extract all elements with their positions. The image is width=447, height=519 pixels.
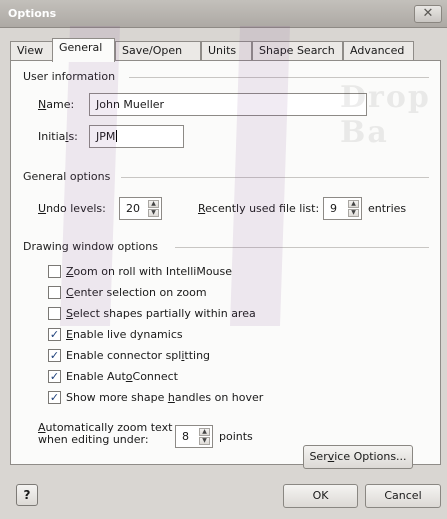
zoom-text-value: 8 <box>182 430 189 443</box>
cancel-button[interactable]: Cancel <box>365 484 441 508</box>
tab-view[interactable]: View <box>10 41 54 61</box>
ok-button[interactable]: OK <box>283 484 358 508</box>
tab-shape-search[interactable]: Shape Search <box>252 41 343 61</box>
tab-save-open[interactable]: Save/Open <box>115 41 201 61</box>
spin-up-icon[interactable]: ▲ <box>348 200 359 208</box>
help-button[interactable]: ? <box>16 484 38 506</box>
window-title: Options <box>8 7 57 20</box>
zoom-text-spinner[interactable]: 8 ▲ ▼ <box>175 425 213 448</box>
entries-label: entries <box>368 202 407 215</box>
check-icon[interactable]: ✓ <box>48 370 61 383</box>
initials-label: Initials: <box>38 130 78 143</box>
undo-levels-value: 20 <box>126 202 140 215</box>
tab-units[interactable]: Units <box>201 41 252 61</box>
tab-general[interactable]: General <box>52 38 115 62</box>
spin-up-icon[interactable]: ▲ <box>148 200 159 208</box>
points-label: points <box>219 430 253 443</box>
close-button[interactable]: ✕ <box>414 5 442 23</box>
general-options-heading: General options <box>23 170 111 183</box>
checkbox[interactable] <box>48 265 61 278</box>
divider <box>175 247 429 248</box>
close-icon: ✕ <box>422 6 434 21</box>
check-icon[interactable]: ✓ <box>48 328 61 341</box>
zoom-text-label-line2: when editing under: <box>38 433 149 446</box>
divider <box>121 177 429 178</box>
name-label: Name: <box>38 98 75 111</box>
title-bar: Options ✕ <box>0 0 447 28</box>
checkbox[interactable] <box>48 286 61 299</box>
tab-advanced[interactable]: Advanced <box>343 41 414 61</box>
spin-down-icon[interactable]: ▼ <box>148 209 159 217</box>
spin-down-icon[interactable]: ▼ <box>348 209 359 217</box>
recent-files-label: Recently used file list: <box>198 202 320 215</box>
general-tab-panel: User information Name: John Mueller Init… <box>10 60 441 469</box>
recent-files-spinner[interactable]: 9 ▲ ▼ <box>323 197 362 220</box>
check-icon[interactable]: ✓ <box>48 349 61 362</box>
service-options-button[interactable]: Service Options... <box>303 445 413 469</box>
recent-files-value: 9 <box>330 202 337 215</box>
user-information-heading: User information <box>23 70 116 83</box>
divider <box>129 77 429 78</box>
tab-bar: View General Save/Open Units Shape Searc… <box>10 38 414 62</box>
undo-levels-spinner[interactable]: 20 ▲ ▼ <box>119 197 162 220</box>
initials-field[interactable]: JPM <box>89 125 184 148</box>
spin-down-icon[interactable]: ▼ <box>199 437 210 445</box>
checkbox[interactable] <box>48 307 61 320</box>
spin-up-icon[interactable]: ▲ <box>199 428 210 436</box>
name-field[interactable]: John Mueller <box>89 93 367 116</box>
check-icon[interactable]: ✓ <box>48 391 61 404</box>
drawing-window-options-heading: Drawing window options <box>23 240 158 253</box>
help-icon: ? <box>23 488 31 502</box>
undo-levels-label: Undo levels: <box>38 202 106 215</box>
text-caret <box>116 130 118 142</box>
